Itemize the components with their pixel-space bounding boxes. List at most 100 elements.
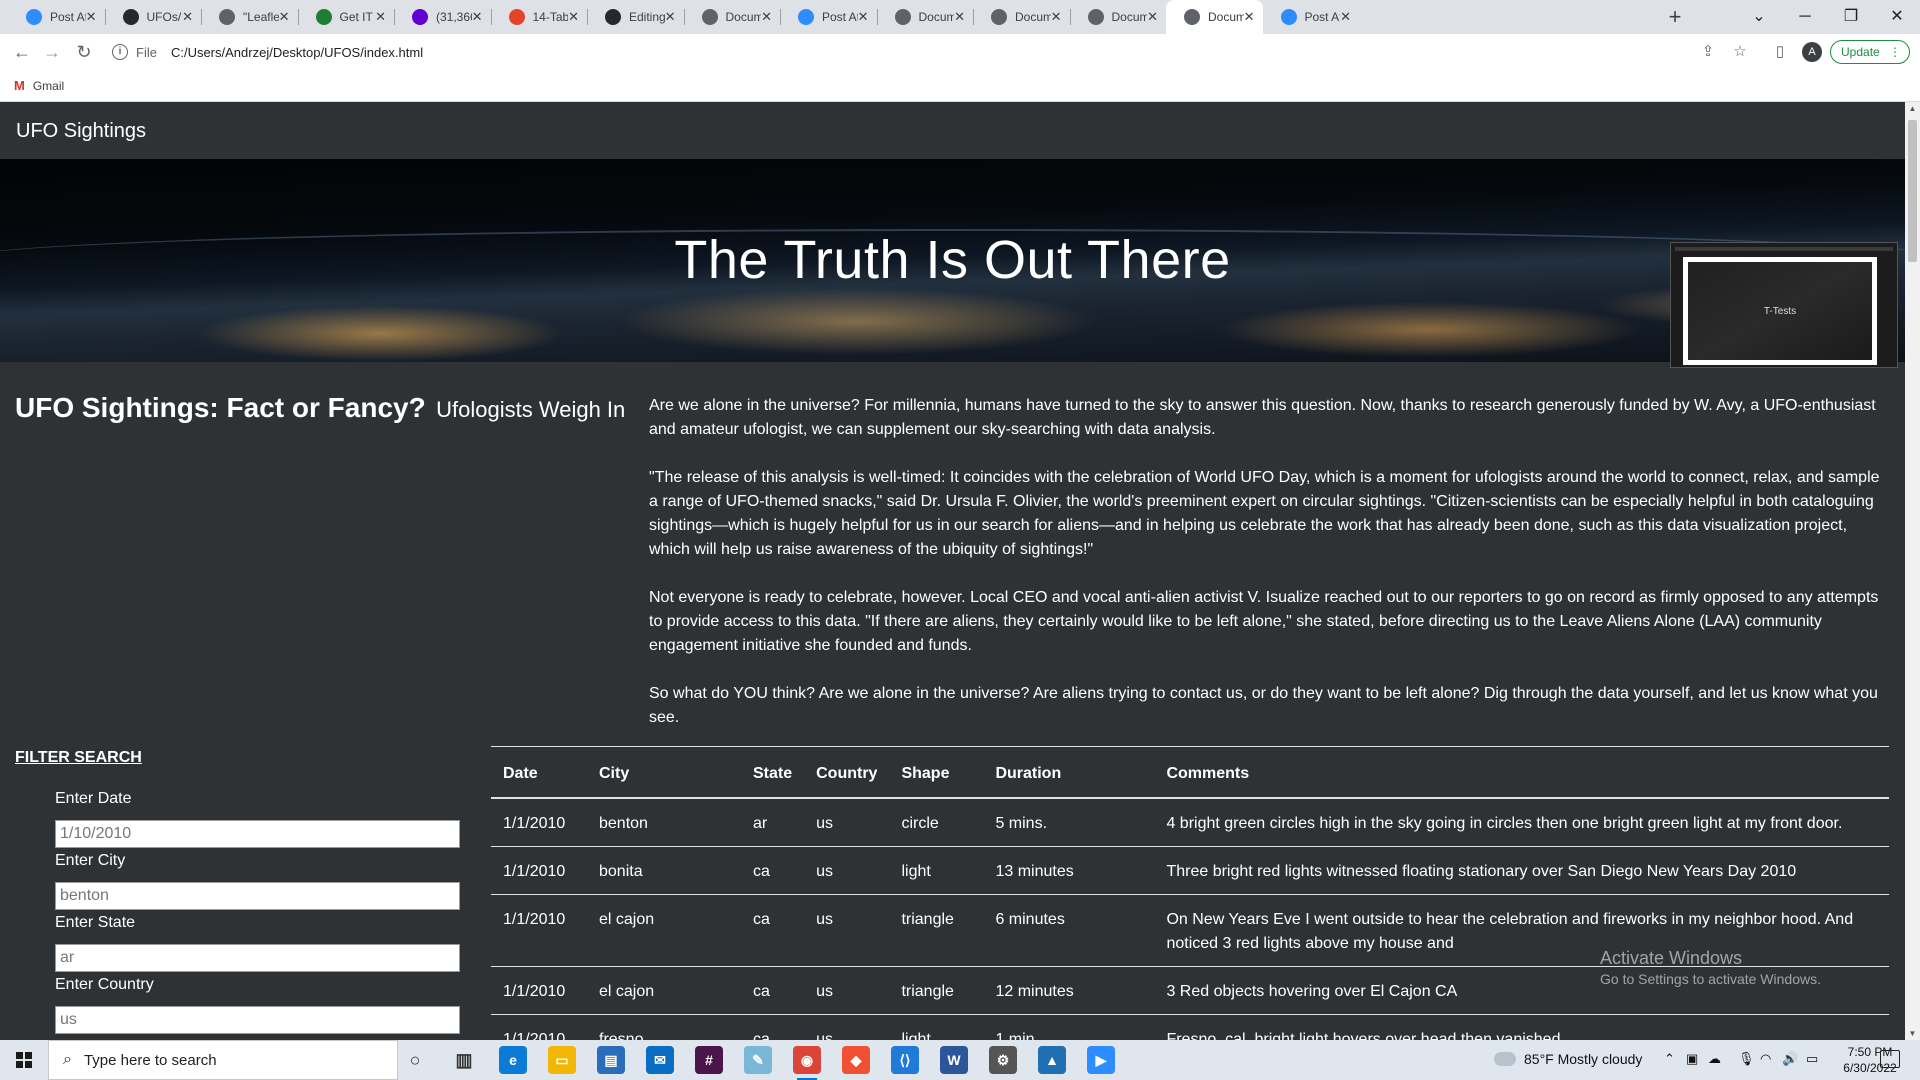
tab-close-icon[interactable]: ✕	[279, 9, 290, 25]
browser-tab[interactable]: 14-Tablea✕	[491, 0, 588, 34]
bookmark-gmail[interactable]: M Gmail	[14, 78, 64, 93]
browser-tab[interactable]: Documen✕	[877, 0, 974, 34]
back-icon[interactable]: ←	[10, 40, 34, 64]
vscode-icon[interactable]: ⟨⟩	[891, 1046, 919, 1074]
side-panel-icon[interactable]: ▯	[1770, 42, 1790, 62]
close-window-icon[interactable]: ✕	[1874, 0, 1920, 34]
tab-close-icon[interactable]: ✕	[858, 9, 869, 25]
browser-tab[interactable]: (31,366 u✕	[394, 0, 491, 34]
browser-tab[interactable]: Get IT Hel✕	[298, 0, 395, 34]
profile-avatar[interactable]: A	[1802, 42, 1822, 62]
tab-close-icon[interactable]: ✕	[1244, 9, 1255, 25]
table-cell: us	[804, 894, 890, 967]
tab-close-icon[interactable]: ✕	[1051, 9, 1062, 25]
weather-widget[interactable]: 85°F Mostly cloudy	[1494, 1051, 1642, 1067]
slack-icon[interactable]: #	[695, 1046, 723, 1074]
scroll-up-icon[interactable]: ▲	[1905, 104, 1920, 113]
navbar-brand[interactable]: UFO Sightings	[16, 120, 146, 143]
file-explorer-icon[interactable]: ▭	[548, 1046, 576, 1074]
git-icon[interactable]: ◆	[842, 1046, 870, 1074]
page-scrollbar[interactable]: ▲ ▼	[1905, 102, 1920, 1040]
getit-icon	[315, 9, 332, 25]
task-view-icon[interactable]: ▥	[450, 1046, 478, 1074]
browser-tab[interactable]: Documen✕	[684, 0, 781, 34]
tab-close-icon[interactable]: ✕	[1147, 9, 1158, 25]
chrome-icon[interactable]: ◉	[793, 1046, 821, 1080]
tab-close-icon[interactable]: ✕	[375, 9, 386, 25]
globe-icon	[701, 9, 718, 25]
tab-close-icon[interactable]: ✕	[182, 9, 193, 25]
onedrive-icon[interactable]: ☁	[1708, 1051, 1721, 1067]
address-bar[interactable]: i File C:/Users/Andrzej/Desktop/UFOS/ind…	[112, 38, 1702, 66]
meet-now-icon[interactable]: ▣	[1686, 1051, 1698, 1067]
mail-icon[interactable]: ✉	[646, 1046, 674, 1074]
tab-close-icon[interactable]: ✕	[568, 9, 579, 25]
start-button[interactable]	[0, 1040, 48, 1080]
tab-close-icon[interactable]: ✕	[665, 9, 676, 25]
video-thumbnail-overlay[interactable]: T-Tests	[1670, 242, 1898, 368]
microphone-icon[interactable]: 🎙	[1738, 1051, 1755, 1067]
table-cell: 1/1/2010	[491, 1014, 587, 1040]
globe-icon	[991, 9, 1007, 25]
taskbar-search[interactable]: ⌕ Type here to search	[48, 1040, 398, 1080]
table-cell: us	[804, 798, 890, 847]
country-input[interactable]	[55, 1006, 460, 1034]
keyboard-icon[interactable]: ▭	[1806, 1051, 1818, 1067]
update-button[interactable]: Update ⋮	[1830, 40, 1910, 64]
bookmark-star-icon[interactable]: ☆	[1730, 42, 1750, 62]
share-icon[interactable]: ⇪	[1698, 42, 1718, 62]
scroll-down-icon[interactable]: ▼	[1905, 1029, 1920, 1038]
browser-tab[interactable]: Documen✕	[1070, 0, 1167, 34]
hero-banner: The Truth Is Out There	[0, 159, 1905, 362]
minimize-icon[interactable]: ─	[1782, 0, 1828, 34]
table-cell: light	[889, 846, 984, 895]
windows-logo-icon	[16, 1052, 32, 1068]
tab-close-icon[interactable]: ✕	[472, 9, 483, 25]
edge-icon[interactable]: e	[499, 1046, 527, 1074]
cortana-icon[interactable]: ○	[401, 1046, 429, 1074]
info-icon[interactable]: i	[112, 44, 128, 60]
search-icon: ⌕	[63, 1051, 72, 1068]
volume-icon[interactable]: 🔊	[1782, 1051, 1798, 1067]
store-icon[interactable]: ▤	[597, 1046, 625, 1074]
zoom-icon[interactable]: ▶	[1087, 1046, 1115, 1074]
date-label: Enter Date	[55, 790, 132, 807]
new-tab-button[interactable]: +	[1662, 4, 1688, 30]
browser-tab[interactable]: UFOs/Prac✕	[105, 0, 202, 34]
show-hidden-icons-icon[interactable]: ⌃	[1664, 1051, 1675, 1067]
address-url[interactable]: C:/Users/Andrzej/Desktop/UFOS/index.html	[171, 45, 423, 60]
browser-tab[interactable]: Documen✕	[1166, 0, 1263, 34]
browser-tab[interactable]: Editing U✕	[587, 0, 684, 34]
tab-search-icon[interactable]: ⌄	[1736, 0, 1782, 34]
tab-separator	[201, 9, 202, 25]
browser-tab[interactable]: Post Atten✕	[8, 0, 105, 34]
scroll-thumb[interactable]	[1908, 120, 1917, 262]
restore-icon[interactable]: ❐	[1828, 0, 1874, 34]
table-header-row: Date City State Country Shape Duration C…	[491, 747, 1889, 799]
settings-icon[interactable]: ⚙	[989, 1046, 1017, 1074]
browser-tab[interactable]: "Leaflet-B✕	[201, 0, 298, 34]
reload-icon[interactable]: ↻	[72, 40, 96, 64]
date-input[interactable]	[55, 820, 460, 848]
notepad-icon[interactable]: ✎	[744, 1046, 772, 1074]
photos-icon[interactable]: ▲	[1038, 1046, 1066, 1074]
browser-tab[interactable]: Post Atten✕	[780, 0, 877, 34]
state-input[interactable]	[55, 944, 460, 972]
browser-tab[interactable]: Documen✕	[973, 0, 1070, 34]
notifications-icon[interactable]	[1880, 1050, 1900, 1068]
word-icon[interactable]: W	[940, 1046, 968, 1074]
tab-title: Get IT Hel	[339, 10, 376, 24]
tab-title: 14-Tablea	[532, 10, 569, 24]
github-icon	[122, 9, 139, 25]
tab-close-icon[interactable]: ✕	[1340, 9, 1351, 25]
zoom-icon	[798, 9, 814, 25]
city-input[interactable]	[55, 882, 460, 910]
hero-title: The Truth Is Out There	[674, 230, 1231, 290]
tab-close-icon[interactable]: ✕	[761, 9, 772, 25]
tab-close-icon[interactable]: ✕	[954, 9, 965, 25]
browser-tab[interactable]: Post Atten✕	[1263, 0, 1360, 34]
wifi-icon[interactable]: ◠	[1760, 1051, 1771, 1067]
tab-close-icon[interactable]: ✕	[86, 9, 97, 25]
heading-sub: Ufologists Weigh In	[436, 397, 626, 422]
forward-icon[interactable]: →	[40, 40, 64, 64]
